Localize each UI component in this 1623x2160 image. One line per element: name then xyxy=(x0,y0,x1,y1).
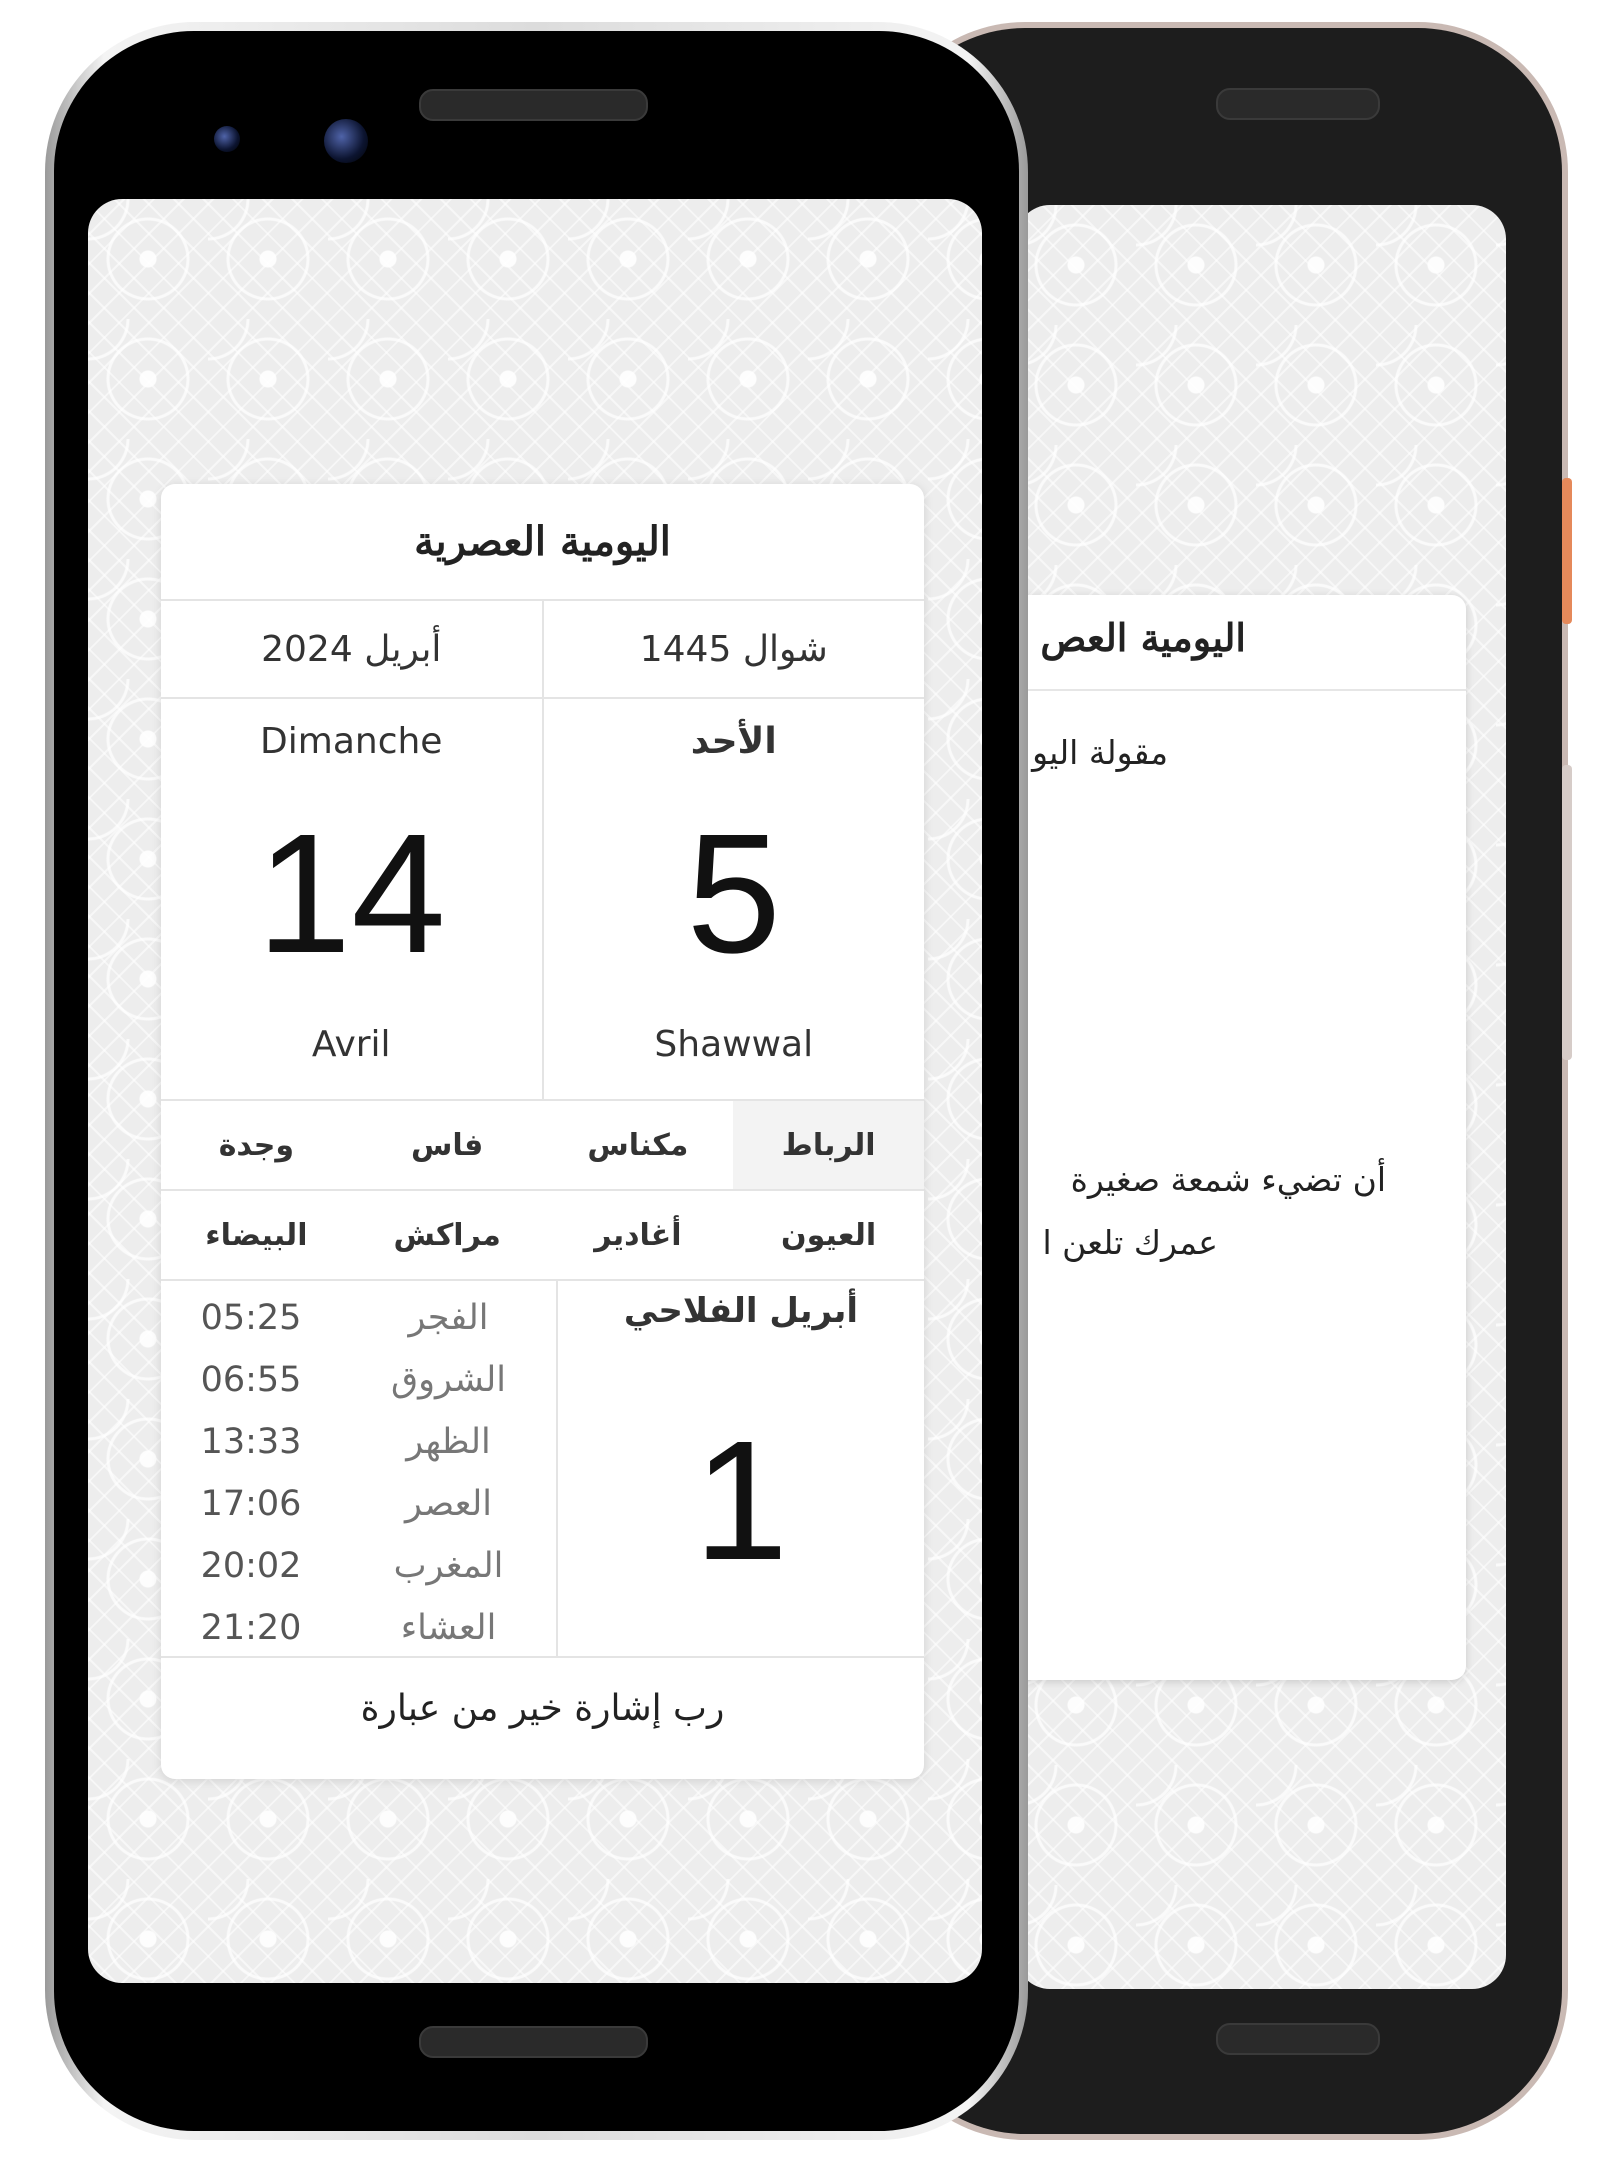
prayer-name: العصر xyxy=(405,1484,492,1524)
daily-proverb: رب إشارة خير من عبارة xyxy=(360,1687,725,1729)
back-phone-power-button xyxy=(1562,478,1572,624)
gregorian-month-year: أبريل 2024 xyxy=(261,628,442,670)
device-mockup-scene: اليومية العص مقولة اليو أن تضيء شمعة صغي… xyxy=(0,0,1623,2160)
agricultural-calendar: أبريل الفلاحي 1 xyxy=(558,1281,924,1656)
quote-card: اليومية العص مقولة اليو أن تضيء شمعة صغي… xyxy=(1016,595,1466,1680)
front-phone-screen: اليومية العصرية شوال 1445 أبريل 2024 الأ… xyxy=(88,199,982,1983)
prayer-name: الظهر xyxy=(406,1422,491,1462)
city-tab-agadir[interactable]: أغادير xyxy=(542,1191,734,1281)
prayer-item-asr: العصر 17:06 xyxy=(161,1473,556,1535)
prayer-item-dhuhr: الظهر 13:33 xyxy=(161,1411,556,1473)
front-phone-body: اليومية العصرية شوال 1445 أبريل 2024 الأ… xyxy=(54,31,1019,2131)
prayer-time: 21:20 xyxy=(200,1608,302,1648)
months-divider xyxy=(541,601,544,697)
prayer-time: 05:25 xyxy=(200,1298,302,1338)
day-row: الأحد 5 Shawwal Dimanche 14 Avril xyxy=(161,699,924,1101)
page-title: اليومية العصرية xyxy=(161,484,924,601)
prayer-item-fajr: الفجر 05:25 xyxy=(161,1287,556,1349)
agricultural-day-number: 1 xyxy=(693,1406,789,1596)
quote-of-the-day-label: مقولة اليو xyxy=(1032,733,1168,772)
weekday-french: Dimanche xyxy=(260,721,443,762)
gregorian-day-number: 14 xyxy=(256,799,446,989)
prayer-name: العشاء xyxy=(400,1608,497,1648)
hijri-day-number: 5 xyxy=(686,799,782,989)
city-selector: الرباط مكناس فاس وجدة العيون أغادير مراك… xyxy=(161,1101,924,1281)
city-tab-laayoune[interactable]: العيون xyxy=(733,1191,924,1281)
prayer-item-isha: العشاء 21:20 xyxy=(161,1597,556,1659)
prayer-time: 06:55 xyxy=(200,1360,302,1400)
prayer-times-list: الفجر 05:25 الشروق 06:55 الظهر 13:33 الع… xyxy=(161,1281,556,1656)
gregorian-month-french: Avril xyxy=(311,1024,391,1065)
quote-text-line-2: عمرك تلعن ا xyxy=(1042,1223,1218,1262)
front-phone: اليومية العصرية شوال 1445 أبريل 2024 الأ… xyxy=(45,22,1028,2140)
back-phone-bottom-speaker xyxy=(1216,2023,1380,2055)
front-camera-lens-icon xyxy=(324,119,368,163)
hijri-month-year: شوال 1445 xyxy=(639,628,828,670)
front-phone-earpiece xyxy=(419,89,648,121)
prayer-name: الشروق xyxy=(391,1360,506,1400)
prayer-time: 17:06 xyxy=(200,1484,302,1524)
prayer-time: 20:02 xyxy=(200,1546,302,1586)
back-phone-screen: اليومية العص مقولة اليو أن تضيء شمعة صغي… xyxy=(1016,205,1506,1989)
calendar-card: اليومية العصرية شوال 1445 أبريل 2024 الأ… xyxy=(161,484,924,1779)
front-camera-icon xyxy=(214,126,240,152)
quote-card-divider xyxy=(1016,689,1466,691)
hijri-month-latin: Shawwal xyxy=(654,1024,814,1065)
months-row: شوال 1445 أبريل 2024 xyxy=(161,601,924,699)
prayer-name: المغرب xyxy=(393,1546,504,1586)
weekday-arabic: الأحد xyxy=(690,721,777,762)
city-tab-oujda[interactable]: وجدة xyxy=(161,1101,352,1191)
quote-card-title: اليومية العص xyxy=(1040,615,1246,660)
city-tab-casablanca[interactable]: البيضاء xyxy=(161,1191,352,1281)
city-tab-fes[interactable]: فاس xyxy=(351,1101,543,1191)
agricultural-month: أبريل الفلاحي xyxy=(623,1291,859,1331)
prayer-name: الفجر xyxy=(408,1298,489,1338)
city-tab-marrakech[interactable]: مراكش xyxy=(351,1191,543,1281)
hijri-day-column: الأحد 5 Shawwal xyxy=(544,699,925,1099)
prayer-row: أبريل الفلاحي 1 الفجر 05:25 الشروق 06:55… xyxy=(161,1281,924,1658)
front-phone-bottom-speaker xyxy=(419,2026,648,2058)
prayer-time: 13:33 xyxy=(200,1422,302,1462)
quote-text-line-1: أن تضيء شمعة صغيرة xyxy=(1070,1160,1386,1199)
back-phone-volume-button xyxy=(1562,765,1572,1060)
prayer-item-shuruq: الشروق 06:55 xyxy=(161,1349,556,1411)
gregorian-day-column: Dimanche 14 Avril xyxy=(161,699,542,1099)
prayer-item-maghrib: المغرب 20:02 xyxy=(161,1535,556,1597)
back-phone-speaker xyxy=(1216,88,1380,120)
city-tab-meknes[interactable]: مكناس xyxy=(542,1101,734,1191)
city-tab-rabat[interactable]: الرباط xyxy=(733,1101,924,1191)
